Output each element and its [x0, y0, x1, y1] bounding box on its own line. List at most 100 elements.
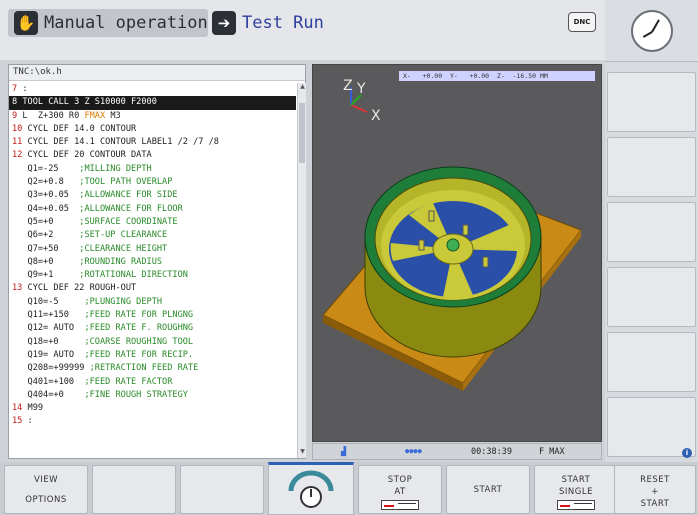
softkey-label: SINGLE: [559, 487, 593, 497]
program-line[interactable]: Q2=+0.8 ;TOOL PATH OVERLAP: [9, 176, 296, 189]
scroll-thumb[interactable]: [299, 103, 305, 163]
status-line: ▟ ●●●● 00:38:39 F MAX: [312, 443, 602, 460]
line-text: Q3=+0.05 ;ALLOWANCE FOR SIDE: [12, 190, 178, 201]
softkey-label: START: [473, 485, 503, 495]
program-line[interactable]: Q6=+2 ;SET-UP CLEARANCE: [9, 229, 296, 242]
mode-tab-manual-operation[interactable]: ✋ Manual operation: [8, 9, 208, 37]
scroll-down-icon[interactable]: ▼: [298, 448, 307, 458]
line-number: 13: [12, 283, 23, 294]
view-options-softkey[interactable]: VIEW OPTIONS: [4, 465, 88, 514]
header-bar: ✋ Manual operation ➔ Test Run DNC: [0, 0, 605, 60]
start-single-softkey[interactable]: START SINGLE: [534, 465, 618, 514]
line-text: Q11=+150 ;FEED RATE FOR PLNGNG: [12, 310, 194, 321]
softkey-label: STOP: [387, 475, 413, 485]
line-text: Q6=+2 ;SET-UP CLEARANCE: [12, 230, 168, 241]
line-number: 15: [12, 416, 23, 427]
softkey-label: VIEW: [33, 475, 59, 485]
line-text: Q19= AUTO ;FEED RATE FOR RECIP.: [12, 349, 194, 360]
line-number: 10: [12, 123, 23, 134]
axis-y-label: Y: [356, 81, 366, 97]
program-line[interactable]: 9 L Z+300 R0 FMAX M3: [9, 110, 296, 123]
line-text: CYCL DEF 20 CONTOUR DATA: [22, 150, 152, 161]
program-line[interactable]: 15 :: [9, 415, 296, 428]
info-icon[interactable]: i: [682, 448, 692, 458]
run-time: 00:38:39: [471, 447, 512, 457]
line-text: Q12= AUTO ;FEED RATE F. ROUGHNG: [12, 323, 194, 334]
program-line[interactable]: Q4=+0.05 ;ALLOWANCE FOR FLOOR: [9, 203, 296, 216]
line-text: TOOL CALL 3 Z S10000 F2000: [17, 97, 157, 108]
active-tab-label: Test Run: [242, 13, 324, 33]
program-line[interactable]: Q3=+0.05 ;ALLOWANCE FOR SIDE: [9, 189, 296, 202]
program-line[interactable]: 14 M99: [9, 402, 296, 415]
program-lines[interactable]: 7 :8 TOOL CALL 3 Z S10000 F2000 9 L Z+300…: [9, 83, 296, 458]
softkey-label: RESET: [640, 475, 670, 485]
vertical-softkey-2[interactable]: [607, 137, 696, 197]
vertical-softkey-6[interactable]: [607, 397, 696, 457]
program-line[interactable]: 13 CYCL DEF 22 ROUGH-OUT: [9, 282, 296, 295]
program-line[interactable]: Q18=+0 ;COARSE ROUGHING TOOL: [9, 336, 296, 349]
vertical-softkey-column: [605, 0, 698, 462]
simulation-graphics[interactable]: X- +0.00 Y- +0.00 Z- -16.50 MM Z Y X: [312, 64, 602, 442]
line-text: Q9=+1 ;ROTATIONAL DIRECTION: [12, 270, 188, 281]
program-line[interactable]: 11 CYCL DEF 14.1 CONTOUR LABEL1 /2 /7 /8: [9, 136, 296, 149]
program-line[interactable]: Q12= AUTO ;FEED RATE F. ROUGHNG: [9, 322, 296, 335]
line-text: Q4=+0.05 ;ALLOWANCE FOR FLOOR: [12, 203, 183, 214]
line-text: :: [22, 416, 33, 427]
program-line[interactable]: Q19= AUTO ;FEED RATE FOR RECIP.: [9, 349, 296, 362]
line-text: Q18=+0 ;COARSE ROUGHING TOOL: [12, 336, 194, 347]
stop-at-softkey[interactable]: STOP AT: [358, 465, 442, 514]
line-text: :: [17, 84, 28, 94]
vertical-softkey-1[interactable]: [607, 72, 696, 132]
mode-tab-test-run[interactable]: ➔ Test Run: [212, 9, 352, 37]
program-line[interactable]: Q208=+99999 ;RETRACTION FEED RATE: [9, 362, 296, 375]
empty-softkey-2[interactable]: [180, 465, 264, 514]
axis-indicator-icon: Z Y X: [343, 78, 381, 124]
line-text: CYCL DEF 14.0 CONTOUR: [22, 123, 137, 134]
clock-panel: [605, 0, 698, 62]
program-line[interactable]: Q5=+0 ;SURFACE COORDINATE: [9, 216, 296, 229]
program-line[interactable]: 12 CYCL DEF 20 CONTOUR DATA: [9, 149, 296, 162]
line-text: Q208=+99999 ;RETRACTION FEED RATE: [12, 363, 199, 374]
program-line[interactable]: Q401=+100 ;FEED RATE FACTOR: [9, 376, 296, 389]
line-text: Q7=+50 ;CLEARANCE HEIGHT: [12, 243, 168, 254]
line-text: Q8=+0 ;ROUNDING RADIUS: [12, 256, 163, 267]
axis-x-label: X: [371, 108, 381, 124]
line-text: Q2=+0.8 ;TOOL PATH OVERLAP: [12, 177, 173, 188]
progress-dots-icon: ●●●●: [405, 447, 422, 455]
program-line[interactable]: 8 TOOL CALL 3 Z S10000 F2000: [9, 96, 296, 110]
scroll-up-icon[interactable]: ▲: [298, 83, 307, 93]
program-line[interactable]: Q8=+0 ;ROUNDING RADIUS: [9, 256, 296, 269]
softkey-label: START: [640, 499, 670, 509]
mode-tab-label: Manual operation: [44, 13, 208, 33]
program-scrollbar[interactable]: ▲ ▼: [297, 83, 306, 458]
stop-at-icon: [381, 500, 419, 510]
line-number: 14: [12, 403, 23, 414]
softkey-label: OPTIONS: [25, 495, 67, 505]
program-line[interactable]: Q10=-5 ;PLUNGING DEPTH: [9, 296, 296, 309]
vertical-softkey-4[interactable]: [607, 267, 696, 327]
line-text: Q401=+100 ;FEED RATE FACTOR: [12, 376, 173, 387]
single-block-icon: [557, 500, 595, 510]
line-text: M99: [22, 403, 44, 414]
reset-start-softkey[interactable]: RESET + START: [614, 465, 696, 514]
vertical-softkey-3[interactable]: [607, 202, 696, 262]
speed-dial-softkey[interactable]: [268, 462, 354, 515]
program-line[interactable]: Q7=+50 ;CLEARANCE HEIGHT: [9, 243, 296, 256]
start-softkey[interactable]: START: [446, 465, 530, 514]
vertical-softkey-5[interactable]: [607, 332, 696, 392]
line-text: Q5=+0 ;SURFACE COORDINATE: [12, 216, 178, 227]
program-line[interactable]: Q404=+0 ;FINE ROUGH STRATEGY: [9, 389, 296, 402]
empty-softkey-1[interactable]: [92, 465, 176, 514]
program-line[interactable]: 10 CYCL DEF 14.0 CONTOUR: [9, 123, 296, 136]
line-text: CYCL DEF 22 ROUGH-OUT: [22, 283, 137, 294]
program-line[interactable]: Q9=+1 ;ROTATIONAL DIRECTION: [9, 269, 296, 282]
axis-z-label: Z: [343, 78, 353, 94]
arrow-right-icon: ➔: [212, 11, 236, 35]
line-text: L Z+300 R0 FMAX M3: [17, 110, 121, 121]
line-text: Q1=-25 ;MILLING DEPTH: [12, 163, 152, 174]
softkey-label: +: [651, 487, 659, 497]
program-line[interactable]: 7 :: [9, 83, 296, 96]
program-line[interactable]: Q11=+150 ;FEED RATE FOR PLNGNG: [9, 309, 296, 322]
line-text: CYCL DEF 14.1 CONTOUR LABEL1 /2 /7 /8: [22, 137, 219, 148]
program-line[interactable]: Q1=-25 ;MILLING DEPTH: [9, 163, 296, 176]
